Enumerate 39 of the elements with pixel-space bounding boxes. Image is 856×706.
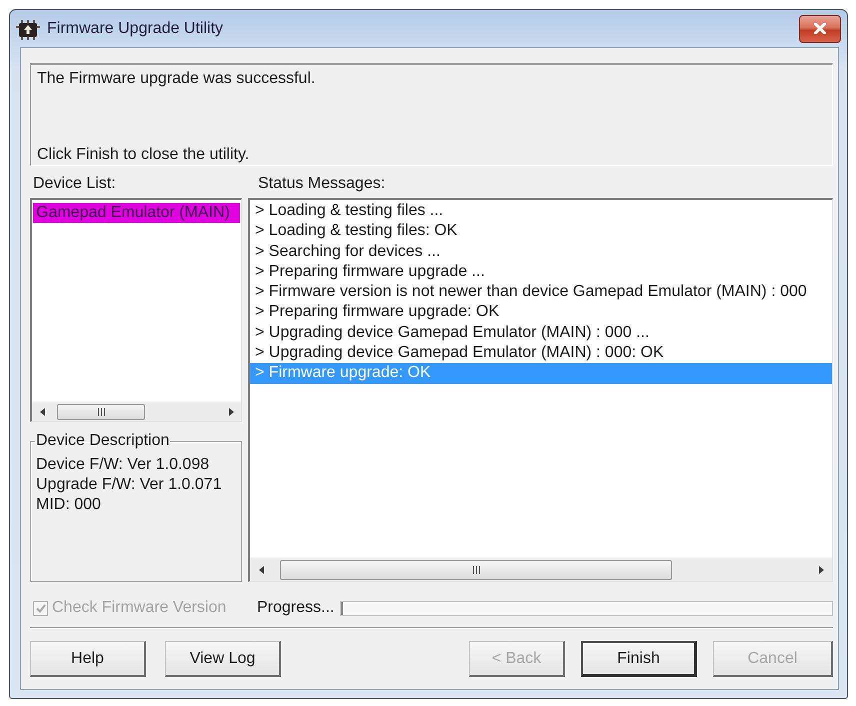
scrollbar-thumb[interactable] xyxy=(57,404,145,420)
description-line: Device F/W: Ver 1.0.098 xyxy=(36,455,210,475)
device-list[interactable]: Gamepad Emulator (MAIN) xyxy=(30,198,242,422)
group-title: Device Description xyxy=(35,432,170,450)
dialog-button[interactable]: View Log xyxy=(165,641,281,677)
close-icon xyxy=(814,23,826,34)
dialog-button[interactable]: Help xyxy=(30,641,146,677)
status-message-row[interactable]: > Loading & testing files: OK xyxy=(250,221,832,242)
device-list-label: Device List: xyxy=(32,174,116,193)
status-message-row[interactable]: > Upgrading device Gamepad Emulator (MAIN) : 000: OK xyxy=(250,343,832,364)
result-message: The Firmware upgrade was successful. xyxy=(37,69,316,88)
description-line: Upgrade F/W: Ver 1.0.071 xyxy=(36,475,223,495)
status-message-row[interactable]: > Preparing firmware upgrade: OK xyxy=(250,302,832,323)
right-arrow-icon[interactable] xyxy=(228,408,234,416)
progress-label: Progress... xyxy=(257,599,334,617)
close-button[interactable] xyxy=(799,14,841,42)
grip-icon xyxy=(472,566,480,574)
checkbox-label: Check Firmware Version xyxy=(52,599,226,617)
grip-icon xyxy=(98,408,104,416)
checkmark-icon xyxy=(36,604,46,612)
status-message-row[interactable]: > Upgrading device Gamepad Emulator (MAIN) : 000 ... xyxy=(250,322,832,344)
status-message-list[interactable] xyxy=(248,198,833,582)
device-list-item[interactable]: Gamepad Emulator (MAIN) xyxy=(33,203,240,223)
status-message-row[interactable]: > Searching for devices ... xyxy=(250,242,832,262)
status-message-row[interactable]: > Preparing firmware upgrade ... xyxy=(250,262,832,282)
status-messages-label: Status Messages: xyxy=(257,174,386,193)
horizontal-scrollbar[interactable] xyxy=(32,401,241,421)
window-title: Firmware Upgrade Utility xyxy=(47,20,224,38)
status-message-row[interactable]: > Firmware version is not newer than device Gamepad Emulator (MAIN) : 000 xyxy=(250,282,832,302)
right-arrow-icon[interactable] xyxy=(818,566,824,574)
status-message-row[interactable]: > Loading & testing files ... xyxy=(250,201,832,222)
scrollbar-thumb[interactable] xyxy=(280,560,672,580)
default-button[interactable]: Finish xyxy=(581,641,697,677)
left-arrow-icon[interactable] xyxy=(258,566,264,574)
left-arrow-icon[interactable] xyxy=(40,408,44,416)
description-line: MID: 000 xyxy=(36,495,102,515)
horizontal-scrollbar[interactable] xyxy=(250,557,832,581)
instruction-message: Click Finish to close the utility. xyxy=(37,145,250,164)
chip-icon xyxy=(16,18,40,40)
